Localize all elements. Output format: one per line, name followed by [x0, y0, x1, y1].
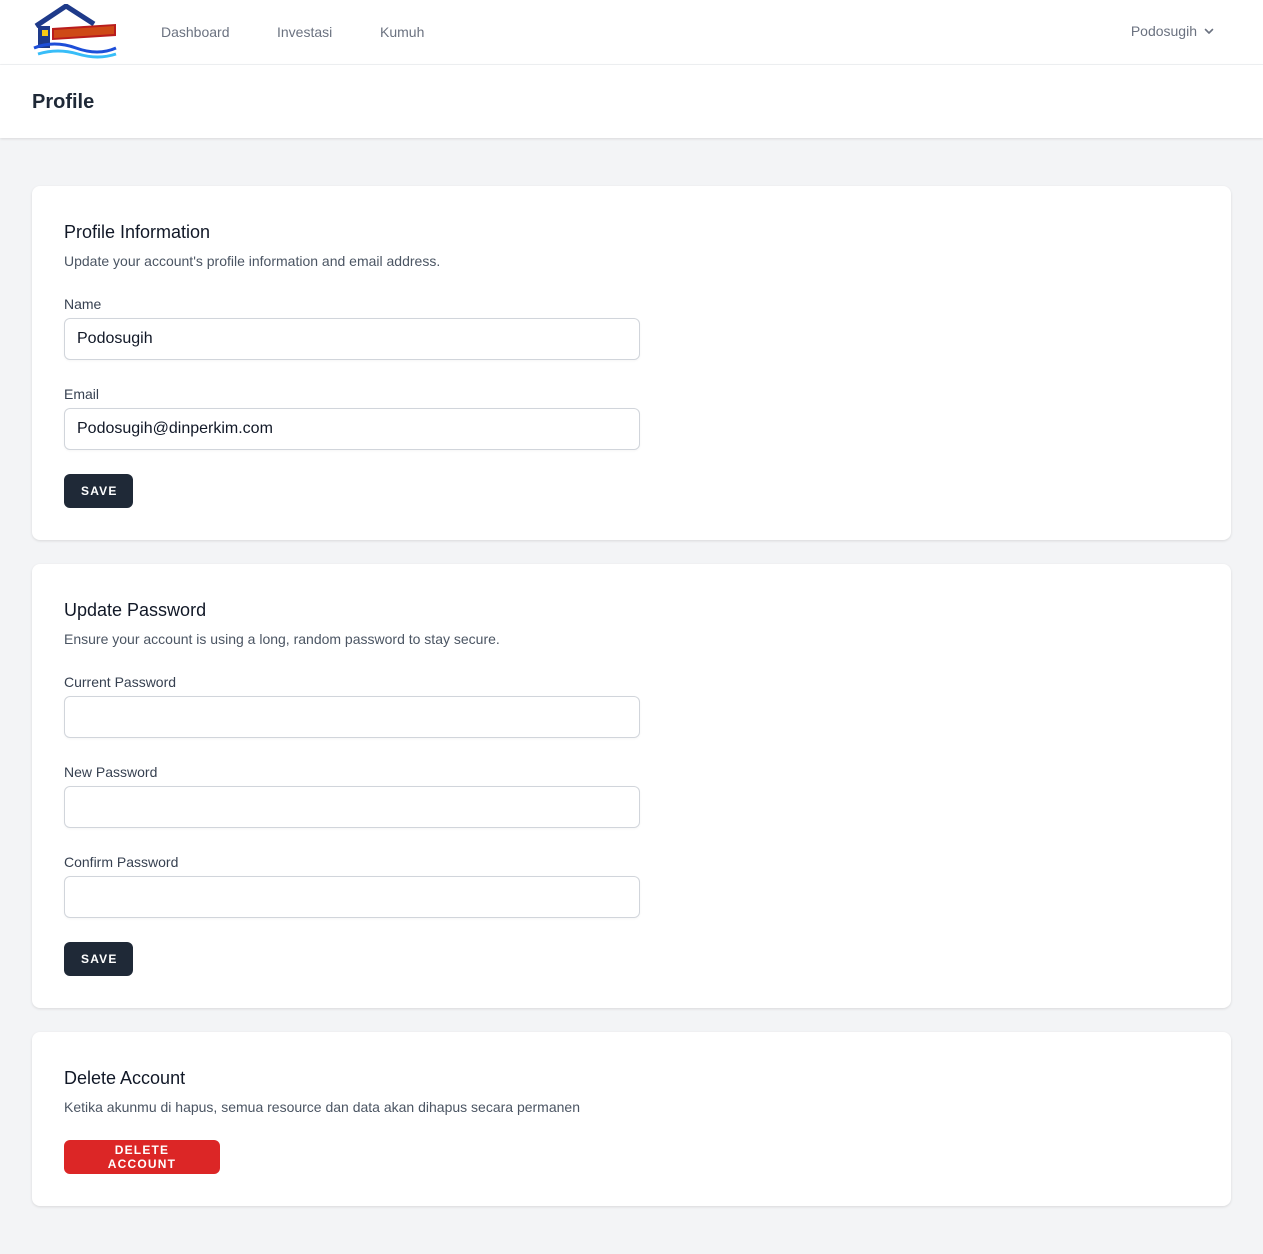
- current-password-label: Current Password: [64, 674, 177, 690]
- update-password-description: Ensure your account is using a long, ran…: [64, 631, 500, 647]
- email-label: Email: [64, 386, 100, 402]
- page-title: Profile: [32, 91, 95, 113]
- update-password-card: Update Password Ensure your account is u…: [32, 564, 1231, 1008]
- save-profile-button[interactable]: SAVE: [64, 474, 133, 508]
- confirm-password-input[interactable]: [64, 876, 640, 918]
- chevron-down-icon: [1204, 28, 1214, 34]
- name-input[interactable]: [64, 318, 640, 360]
- profile-information-card: Profile Information Update your account'…: [32, 186, 1231, 540]
- delete-account-card: Delete Account Ketika akunmu di hapus, s…: [32, 1032, 1231, 1206]
- update-password-title: Update Password: [64, 600, 207, 620]
- save-password-button[interactable]: SAVE: [64, 942, 133, 976]
- current-password-input[interactable]: [64, 696, 640, 738]
- email-input[interactable]: [64, 408, 640, 450]
- confirm-password-label: Confirm Password: [64, 854, 179, 870]
- delete-account-description: Ketika akunmu di hapus, semua resource d…: [64, 1099, 580, 1115]
- logo-icon: [33, 3, 117, 59]
- top-navigation: Dashboard Investasi Kumuh Podosugih: [0, 0, 1263, 65]
- page-header: Profile: [0, 65, 1263, 138]
- profile-information-description: Update your account's profile informatio…: [64, 253, 441, 269]
- nav-link-investasi[interactable]: Investasi: [277, 24, 332, 40]
- app-logo[interactable]: [32, 3, 118, 60]
- delete-account-title: Delete Account: [64, 1068, 186, 1088]
- user-name: Podosugih: [1130, 23, 1197, 39]
- nav-link-kumuh[interactable]: Kumuh: [380, 24, 424, 40]
- new-password-input[interactable]: [64, 786, 640, 828]
- new-password-label: New Password: [64, 764, 158, 780]
- profile-information-title: Profile Information: [64, 222, 211, 242]
- user-dropdown[interactable]: Podosugih: [1131, 23, 1215, 39]
- name-label: Name: [64, 296, 102, 312]
- delete-account-button[interactable]: DELETE ACCOUNT: [64, 1140, 220, 1174]
- nav-link-dashboard[interactable]: Dashboard: [161, 24, 230, 40]
